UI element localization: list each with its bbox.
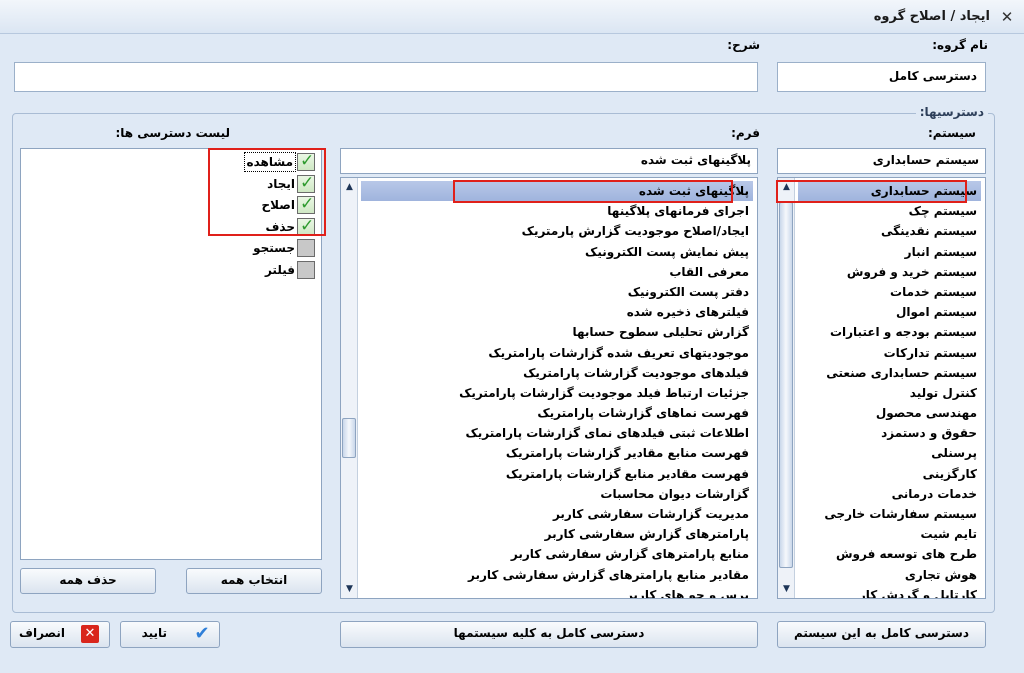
description-input[interactable]: [14, 62, 758, 92]
system-list-item[interactable]: تایم شیت: [798, 524, 981, 544]
system-list-item[interactable]: کارتابل و گردش کار: [798, 585, 981, 598]
form-list-item[interactable]: مدیریت گزارشات سفارشی کاربر: [361, 504, 753, 524]
form-list[interactable]: ▲ ▼ پلاگینهای ثبت شده اجرای فرمانهای پلاگ…: [340, 177, 758, 599]
form-list-item[interactable]: جزئیات ارتباط فیلد موجودیت گزارشات پارام…: [361, 383, 753, 403]
scroll-thumb[interactable]: [342, 418, 356, 458]
system-list-item[interactable]: حقوق و دستمزد: [798, 423, 981, 443]
system-list-item[interactable]: سیستم حسابداری: [798, 181, 981, 202]
form-list-item[interactable]: پلاگینهای ثبت شده: [361, 181, 753, 202]
system-list-item[interactable]: سیستم خرید و فروش: [798, 262, 981, 282]
system-list-item[interactable]: مهندسی محصول: [798, 403, 981, 423]
select-all-button[interactable]: انتخاب همه: [186, 568, 322, 594]
system-list-item[interactable]: سیستم نقدینگی: [798, 221, 981, 241]
description-label: شرح:: [727, 38, 760, 52]
close-icon: ✕: [81, 625, 99, 643]
form-list-item[interactable]: دفتر پست الکترونیک: [361, 282, 753, 302]
form-list-item[interactable]: منابع پارامترهای گزارش سفارشی کاربر: [361, 544, 753, 564]
permission-label: ایجاد: [267, 176, 295, 191]
system-label: سیستم:: [927, 126, 976, 140]
checkbox-unchecked-icon[interactable]: [297, 239, 315, 258]
system-list-scrollbar[interactable]: ▲ ▼: [778, 178, 795, 598]
scroll-down-icon[interactable]: ▼: [778, 582, 795, 596]
system-list-item[interactable]: کنترل تولید: [798, 383, 981, 403]
form-list-item[interactable]: فهرست مقادیر منابع گزارشات پارامتریک: [361, 464, 753, 484]
system-list-item[interactable]: سیستم چک: [798, 201, 981, 221]
form-list-item[interactable]: اطلاعات ثبتی فیلدهای نمای گزارشات پارامت…: [361, 423, 753, 443]
form-label: فرم:: [731, 126, 760, 140]
checkbox-checked-icon[interactable]: [297, 173, 315, 193]
form-list-scrollbar[interactable]: ▲ ▼: [341, 178, 358, 598]
scroll-down-icon[interactable]: ▼: [341, 582, 358, 596]
access-legend: دسترسیها:: [915, 105, 988, 119]
system-items: سیستم حسابداری سیستم چک سیستم نقدینگی سیستم…: [798, 181, 981, 598]
system-list-item[interactable]: سیستم اموال: [798, 302, 981, 322]
system-list-item[interactable]: خدمات درمانی: [798, 484, 981, 504]
system-list-item[interactable]: سیستم انبار: [798, 242, 981, 262]
system-combo[interactable]: سیستم حسابداری: [777, 148, 986, 174]
form-list-item[interactable]: گزارش تحلیلی سطوح حسابها: [361, 322, 753, 342]
group-name-label: نام گروه:: [932, 38, 988, 52]
form-list-item[interactable]: پرس و جو های کاربر: [361, 585, 753, 598]
checkbox-checked-icon[interactable]: [297, 194, 315, 215]
system-list-item[interactable]: طرح های توسعه فروش: [798, 544, 981, 564]
system-list-item[interactable]: کارگزینی: [798, 464, 981, 484]
form-list-item[interactable]: پارامترهای گزارش سفارشی کاربر: [361, 524, 753, 544]
checkbox-unchecked-icon[interactable]: [297, 260, 315, 279]
permissions-list[interactable]: مشاهده ایجاد اصلاح حذف جستجو فیلتر: [20, 148, 322, 560]
check-icon: ✔: [194, 623, 210, 644]
delete-all-button[interactable]: حذف همه: [20, 568, 156, 594]
system-list-item[interactable]: سیستم تدارکات: [798, 343, 981, 363]
form-list-item[interactable]: اجرای فرمانهای پلاگینها: [361, 201, 753, 221]
checkbox-checked-icon[interactable]: [297, 151, 315, 171]
system-list-item[interactable]: سیستم سفارشات خارجی: [798, 504, 981, 524]
form-list-item[interactable]: فهرست منابع مقادیر گزارشات پارامتریک: [361, 443, 753, 463]
scroll-thumb[interactable]: [779, 202, 793, 568]
confirm-button[interactable]: تایید ✔: [120, 621, 220, 648]
cancel-label: انصراف: [19, 626, 65, 640]
system-list[interactable]: ▲ ▼ سیستم حسابداری سیستم چک سیستم نقدینگی س…: [777, 177, 986, 599]
form-list-item[interactable]: موجودیتهای تعریف شده گزارشات پارامتریک: [361, 343, 753, 363]
permission-label: اصلاح: [261, 198, 295, 213]
permission-label: فیلتر: [264, 262, 295, 277]
group-name-input[interactable]: دسترسی کامل: [777, 62, 986, 92]
form-list-item[interactable]: معرفی القاب: [361, 262, 753, 282]
window-title: ایجاد / اصلاح گروه: [873, 9, 990, 24]
close-icon[interactable]: ✕: [996, 6, 1018, 28]
form-list-item[interactable]: ایجاد/اصلاح موجودیت گزارش پارمتریک: [361, 221, 753, 241]
system-list-item[interactable]: پرسنلی: [798, 443, 981, 463]
form-list-item[interactable]: فیلدهای موجودیت گزارشات پارامتریک: [361, 363, 753, 383]
scroll-up-icon[interactable]: ▲: [341, 180, 358, 194]
full-access-system-button[interactable]: دسترسی کامل به این سیستم: [777, 621, 986, 648]
title-bar: ✕ ایجاد / اصلاح گروه: [0, 0, 1024, 34]
system-list-item[interactable]: سیستم حسابداری صنعتی: [798, 363, 981, 383]
checkbox-checked-icon[interactable]: [297, 216, 315, 236]
form-combo[interactable]: پلاگینهای ثبت شده: [340, 148, 758, 174]
form-list-item[interactable]: فیلترهای ذخیره شده: [361, 302, 753, 322]
cancel-button[interactable]: انصراف ✕: [10, 621, 110, 648]
system-list-item[interactable]: سیستم خدمات: [798, 282, 981, 302]
full-access-all-button[interactable]: دسترسی کامل به کلیه سیستمها: [340, 621, 758, 648]
form-list-item[interactable]: مقادیر منابع پارامترهای گزارش سفارشی کار…: [361, 565, 753, 585]
permission-label: مشاهده: [243, 152, 297, 172]
permission-label: جستجو: [253, 241, 295, 256]
form-list-item[interactable]: پیش نمایش پست الکترونیک: [361, 242, 753, 262]
scroll-up-icon[interactable]: ▲: [778, 180, 795, 194]
confirm-label: تایید: [141, 626, 167, 640]
form-list-item[interactable]: گزارشات دیوان محاسبات: [361, 484, 753, 504]
system-list-item[interactable]: هوش تجاری: [798, 565, 981, 585]
permissions-label: لیست دسترسی ها:: [115, 126, 230, 140]
form-items: پلاگینهای ثبت شده اجرای فرمانهای پلاگینها…: [361, 181, 753, 598]
permission-label: حذف: [265, 219, 295, 234]
system-list-item[interactable]: سیستم بودجه و اعتبارات: [798, 322, 981, 342]
form-list-item[interactable]: فهرست نماهای گزارشات پارامتریک: [361, 403, 753, 423]
